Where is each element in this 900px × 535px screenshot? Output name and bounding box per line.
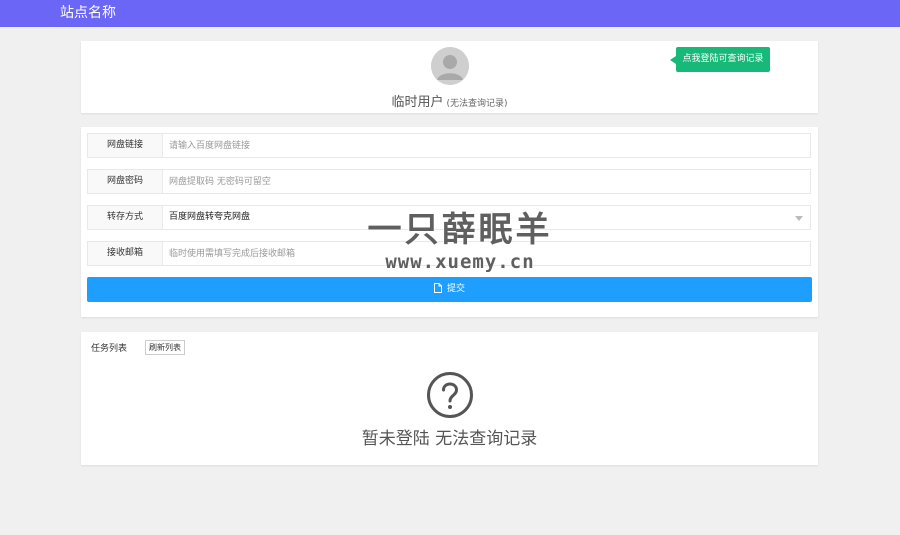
method-label: 转存方式	[88, 206, 163, 229]
user-name: 临时用户	[391, 95, 444, 110]
email-label: 接收邮箱	[88, 242, 163, 265]
document-icon	[433, 282, 442, 293]
chevron-down-icon	[795, 216, 803, 221]
transfer-form-panel: 网盘链接 网盘密码 转存方式 百度网盘转夸克网盘 接收邮箱 提交	[81, 127, 818, 317]
submit-label: 提交	[446, 284, 465, 294]
method-row: 转存方式 百度网盘转夸克网盘	[87, 205, 811, 230]
submit-button[interactable]: 提交	[87, 277, 812, 302]
user-note: (无法查询记录)	[446, 99, 508, 109]
task-list-title: 任务列表	[91, 344, 128, 354]
user-info: 临时用户 (无法查询记录)	[81, 91, 818, 110]
task-list-panel: 任务列表 刷新列表 暂未登陆 无法查询记录	[81, 332, 818, 465]
empty-state-message: 暂未登陆 无法查询记录	[361, 429, 538, 449]
link-row: 网盘链接	[87, 133, 811, 158]
method-select[interactable]: 百度网盘转夸克网盘	[163, 206, 810, 229]
link-input[interactable]	[163, 134, 803, 157]
link-label: 网盘链接	[88, 134, 163, 157]
user-panel: 临时用户 (无法查询记录) 点我登陆可查询记录	[81, 41, 818, 113]
top-navigation-bar: 站点名称	[0, 0, 900, 27]
email-input[interactable]	[163, 242, 803, 265]
password-row: 网盘密码	[87, 169, 811, 194]
refresh-list-button[interactable]: 刷新列表	[145, 340, 185, 355]
login-button[interactable]: 点我登陆可查询记录	[670, 47, 770, 72]
password-label: 网盘密码	[88, 170, 163, 193]
password-input[interactable]	[163, 170, 803, 193]
avatar-icon	[431, 47, 469, 85]
email-row: 接收邮箱	[87, 241, 811, 266]
method-select-value: 百度网盘转夸克网盘	[169, 212, 251, 222]
question-circle-icon	[427, 372, 473, 418]
site-name[interactable]: 站点名称	[60, 5, 116, 22]
